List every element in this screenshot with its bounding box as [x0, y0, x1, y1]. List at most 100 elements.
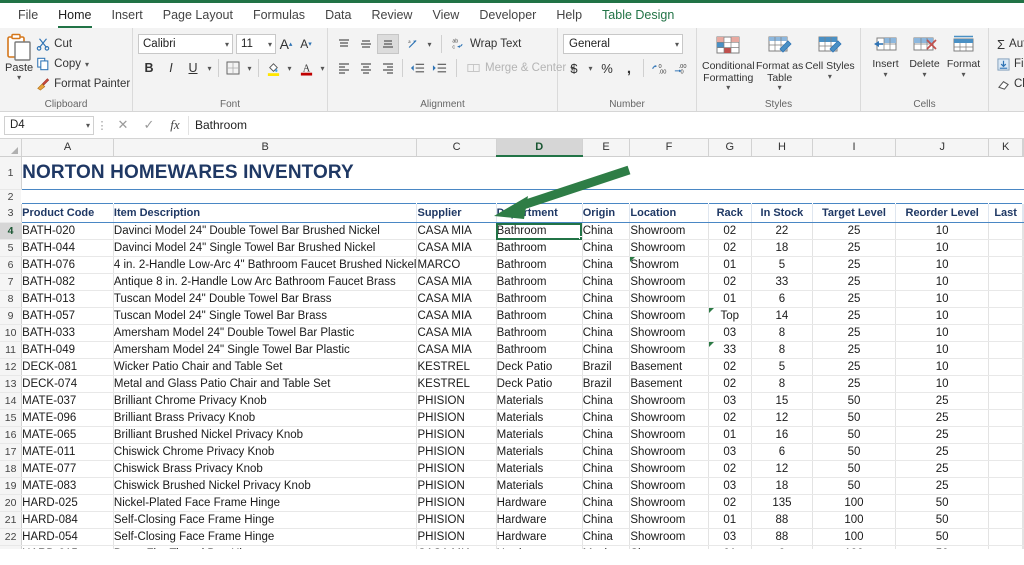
- cell-E20[interactable]: China: [582, 494, 631, 512]
- cell-A17[interactable]: MATE-011: [21, 443, 114, 461]
- cell-I20[interactable]: 100: [812, 494, 897, 512]
- cell-E21[interactable]: China: [582, 511, 631, 529]
- empty-cell[interactable]: [708, 189, 752, 204]
- cell-B20[interactable]: Nickel-Plated Face Frame Hinge: [113, 494, 418, 512]
- cell-I18[interactable]: 50: [812, 460, 897, 478]
- cell-B12[interactable]: Wicker Patio Chair and Table Set: [113, 358, 418, 376]
- format-as-table-chevron-down-icon[interactable]: ▾: [778, 84, 782, 92]
- cell-G10[interactable]: 03: [708, 324, 752, 342]
- cell-D10[interactable]: Bathroom: [496, 324, 583, 342]
- cell-J4[interactable]: 10: [895, 222, 990, 240]
- cell-H8[interactable]: 6: [751, 290, 813, 308]
- column-title-rack[interactable]: Rack: [708, 203, 752, 223]
- cell-D11[interactable]: Bathroom: [496, 341, 583, 359]
- cell-K7[interactable]: [988, 273, 1023, 291]
- cell-B16[interactable]: Brilliant Brushed Nickel Privacy Knob: [113, 426, 418, 444]
- cell-A15[interactable]: MATE-096: [21, 409, 114, 427]
- cell-K6[interactable]: [988, 256, 1023, 274]
- select-all-corner[interactable]: [0, 139, 23, 157]
- fill-color-button[interactable]: [262, 58, 284, 78]
- cell-G22[interactable]: 03: [708, 528, 752, 546]
- column-title-in-stock[interactable]: In Stock: [751, 203, 813, 223]
- cell-F12[interactable]: Basement: [629, 358, 709, 376]
- cell-styles-chevron-down-icon[interactable]: ▾: [828, 72, 832, 80]
- cell-styles-button[interactable]: Cell Styles ▾: [805, 33, 855, 80]
- cell-spacer-6[interactable]: [1022, 256, 1024, 274]
- cell-I19[interactable]: 50: [812, 477, 897, 495]
- cell-F7[interactable]: Showroom: [629, 273, 709, 291]
- cell-A12[interactable]: DECK-081: [21, 358, 114, 376]
- cell-I17[interactable]: 50: [812, 443, 897, 461]
- cell-H21[interactable]: 88: [751, 511, 813, 529]
- cell-H17[interactable]: 6: [751, 443, 813, 461]
- cell-A20[interactable]: HARD-025: [21, 494, 114, 512]
- cell-J16[interactable]: 25: [895, 426, 990, 444]
- tab-file[interactable]: File: [8, 6, 48, 28]
- cell-J11[interactable]: 10: [895, 341, 990, 359]
- cell-spacer-18[interactable]: [1022, 460, 1024, 478]
- row-header-3[interactable]: 3: [0, 203, 23, 223]
- format-as-table-button[interactable]: Format as Table ▾: [755, 33, 805, 92]
- cell-spacer-7[interactable]: [1022, 273, 1024, 291]
- cell-J21[interactable]: 50: [895, 511, 990, 529]
- formula-bar-grip[interactable]: ⋮: [94, 119, 110, 132]
- increase-indent-button[interactable]: [428, 58, 450, 78]
- cell-I11[interactable]: 25: [812, 341, 897, 359]
- empty-cell[interactable]: [988, 189, 1023, 204]
- cell-I6[interactable]: 25: [812, 256, 897, 274]
- cell-B4[interactable]: Davinci Model 24" Double Towel Bar Brush…: [113, 222, 418, 240]
- cell-H14[interactable]: 15: [751, 392, 813, 410]
- cell-F9[interactable]: Showroom: [629, 307, 709, 325]
- cell-C4[interactable]: CASA MIA: [416, 222, 497, 240]
- decrease-font-size-button[interactable]: A ▾: [296, 34, 316, 54]
- cell-H16[interactable]: 16: [751, 426, 813, 444]
- column-header-j[interactable]: J: [895, 139, 990, 157]
- cell-A23[interactable]: HARD-015: [21, 545, 114, 549]
- insert-cells-button[interactable]: Insert ▾: [866, 33, 905, 78]
- error-indicator-icon[interactable]: [708, 308, 714, 313]
- align-center-button[interactable]: [355, 58, 377, 78]
- column-title-target-level[interactable]: Target Level: [812, 203, 897, 223]
- cell-K15[interactable]: [988, 409, 1023, 427]
- cell-A7[interactable]: BATH-082: [21, 273, 114, 291]
- paste-chevron-down-icon[interactable]: ▾: [17, 74, 21, 82]
- borders-chevron-down-icon[interactable]: ▾: [244, 58, 255, 78]
- cell-C22[interactable]: PHISION: [416, 528, 497, 546]
- cell-K16[interactable]: [988, 426, 1023, 444]
- cell-E10[interactable]: China: [582, 324, 631, 342]
- format-chevron-down-icon[interactable]: ▾: [961, 70, 965, 78]
- cell-J20[interactable]: 50: [895, 494, 990, 512]
- row-header-14[interactable]: 14: [0, 392, 23, 410]
- cell-C16[interactable]: PHISION: [416, 426, 497, 444]
- cell-E5[interactable]: China: [582, 239, 631, 257]
- empty-cell[interactable]: [895, 189, 990, 204]
- tab-page-layout[interactable]: Page Layout: [153, 6, 243, 28]
- cell-F6[interactable]: Showrom: [629, 256, 709, 274]
- cell-H6[interactable]: 5: [751, 256, 813, 274]
- fill-color-chevron-down-icon[interactable]: ▾: [284, 58, 295, 78]
- insert-chevron-down-icon[interactable]: ▾: [883, 70, 887, 78]
- empty-cell[interactable]: [582, 189, 631, 204]
- row-header-15[interactable]: 15: [0, 409, 23, 427]
- cell-F11[interactable]: Showroom: [629, 341, 709, 359]
- orientation-chevron-down-icon[interactable]: ▾: [424, 34, 435, 54]
- row-header-9[interactable]: 9: [0, 307, 23, 325]
- row-header-17[interactable]: 17: [0, 443, 23, 461]
- format-cells-button[interactable]: Format ▾: [944, 33, 983, 78]
- tab-home[interactable]: Home: [48, 6, 101, 28]
- cell-G18[interactable]: 02: [708, 460, 752, 478]
- cell-B15[interactable]: Brilliant Brass Privacy Knob: [113, 409, 418, 427]
- column-header-c[interactable]: C: [416, 139, 497, 157]
- cell-A14[interactable]: MATE-037: [21, 392, 114, 410]
- comma-format-button[interactable]: ,: [618, 58, 640, 78]
- paste-button[interactable]: Paste ▾: [5, 31, 33, 82]
- cell-J9[interactable]: 10: [895, 307, 990, 325]
- cell-G9[interactable]: Top: [708, 307, 752, 325]
- cell-J12[interactable]: 10: [895, 358, 990, 376]
- cell-I10[interactable]: 25: [812, 324, 897, 342]
- accounting-chevron-down-icon[interactable]: ▾: [585, 58, 596, 78]
- row-header-20[interactable]: 20: [0, 494, 23, 512]
- tab-data[interactable]: Data: [315, 6, 361, 28]
- cell-J10[interactable]: 10: [895, 324, 990, 342]
- cell-J14[interactable]: 25: [895, 392, 990, 410]
